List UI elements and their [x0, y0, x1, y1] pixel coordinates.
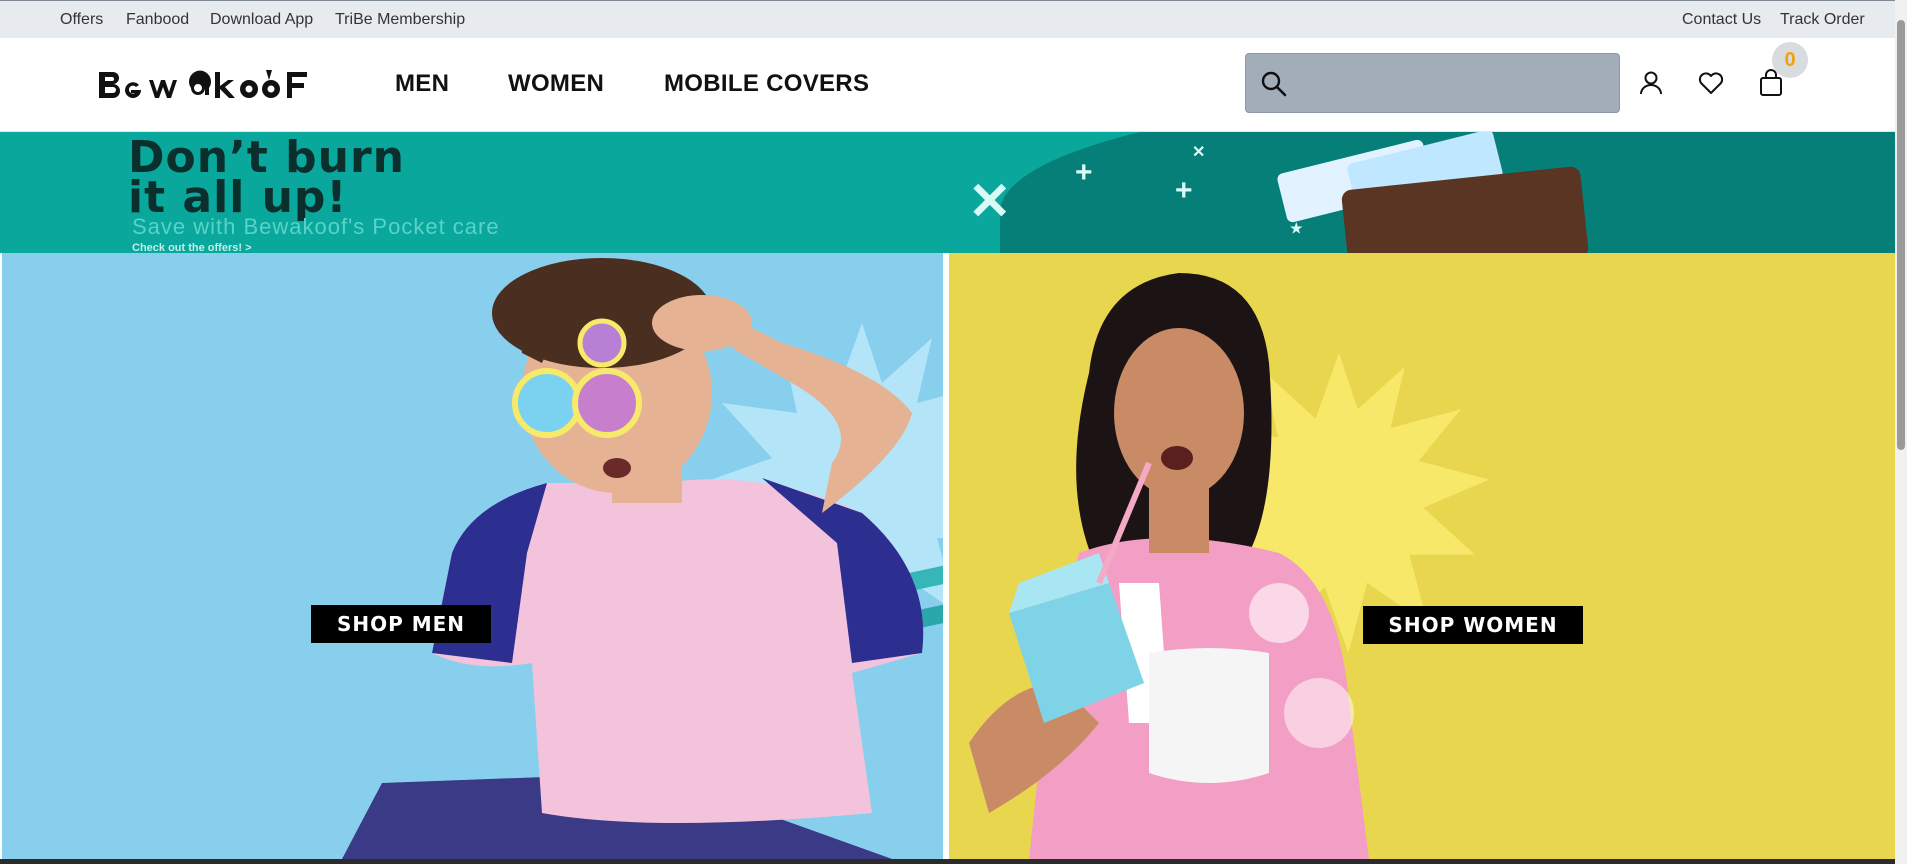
shop-men-panel[interactable] [2, 253, 943, 859]
search-input[interactable] [1302, 66, 1606, 102]
shop-women-panel[interactable] [949, 253, 1895, 859]
plus-icon: + [1175, 174, 1193, 207]
promo-headline: Don’t burn it all up! [128, 136, 828, 223]
topbar-link-fanbook[interactable]: Fanbood [126, 11, 189, 29]
topbar-link-tribe-membership[interactable]: TriBe Membership [335, 11, 465, 29]
heart-icon[interactable] [1696, 68, 1726, 98]
promo-subline: Save with Bewakoof's Pocket care [132, 214, 500, 239]
sparkle-icon: ★ [1290, 220, 1303, 236]
topbar-link-track-order[interactable]: Track Order [1780, 11, 1865, 29]
men-model-image [342, 258, 943, 859]
plus-icon: + [1075, 156, 1093, 189]
sparkle-icon: ✕ [1192, 144, 1206, 161]
women-model-image [969, 273, 1369, 859]
shop-men-button[interactable]: SHOP MEN [311, 605, 491, 643]
main-header: MEN WOMEN MOBILE COVERS 0 [0, 38, 1895, 132]
nav-women[interactable]: WOMEN [508, 70, 604, 98]
promo-headline-line-2: it all up! [128, 172, 348, 223]
scrollbar-thumb[interactable] [1897, 20, 1905, 450]
topbar-link-download-app[interactable]: Download App [210, 11, 313, 29]
shop-women-button[interactable]: SHOP WOMEN [1363, 606, 1583, 644]
bewakoof-logo[interactable] [97, 66, 319, 102]
promo-banner[interactable]: Don’t burn it all up! Save with Bewakoof… [0, 132, 1895, 253]
nav-mobile-covers[interactable]: MOBILE COVERS [664, 70, 869, 98]
cart-count-badge[interactable]: 0 [1772, 42, 1808, 78]
promo-cta-link[interactable]: Check out the offers! > [132, 242, 252, 253]
bottom-edge-bar [0, 859, 1895, 864]
sparkle-icon: ✕ [968, 173, 1012, 231]
search-box[interactable] [1245, 53, 1620, 113]
topbar-link-offers[interactable]: Offers [60, 11, 103, 29]
search-icon[interactable] [1260, 70, 1288, 98]
top-utility-bar: Offers Fanbood Download App TriBe Member… [0, 0, 1895, 38]
topbar-link-contact-us[interactable]: Contact Us [1682, 11, 1761, 29]
user-icon[interactable] [1636, 68, 1666, 98]
nav-men[interactable]: MEN [395, 70, 449, 98]
